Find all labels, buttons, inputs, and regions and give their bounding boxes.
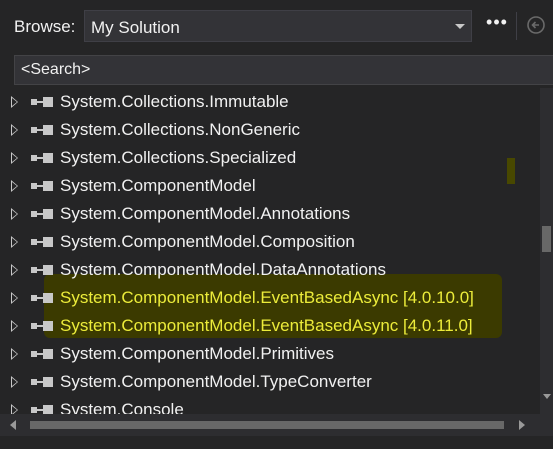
- chevron-down-icon: [455, 24, 465, 29]
- horizontal-scrollbar[interactable]: [0, 414, 540, 436]
- tree-row-label: System.ComponentModel.EventBasedAsync [4…: [60, 288, 474, 307]
- expand-arrow-icon[interactable]: [11, 96, 18, 108]
- tree-row-label: System.ComponentModel.Composition: [60, 232, 355, 251]
- scrollbar-corner: [540, 414, 553, 436]
- scroll-down-arrow-icon[interactable]: [543, 394, 551, 399]
- tree-row[interactable]: System.ComponentModel.Composition: [0, 228, 540, 256]
- expand-arrow-icon[interactable]: [11, 348, 18, 360]
- expand-arrow-icon[interactable]: [11, 404, 18, 414]
- tree-row[interactable]: System.ComponentModel.EventBasedAsync [4…: [0, 284, 540, 312]
- tree-row-label: System.ComponentModel.TypeConverter: [60, 372, 372, 391]
- assembly-icon: [31, 404, 55, 414]
- assembly-icon: [31, 124, 55, 136]
- expand-arrow-icon[interactable]: [11, 320, 18, 332]
- tree-row[interactable]: System.Collections.Specialized: [0, 144, 540, 172]
- assembly-icon: [31, 348, 55, 360]
- horizontal-scroll-thumb[interactable]: [30, 421, 504, 429]
- tree-row[interactable]: System.Collections.NonGeneric: [0, 116, 540, 144]
- scroll-left-arrow-icon[interactable]: [10, 420, 16, 430]
- tree-row-label: System.Collections.NonGeneric: [60, 120, 300, 139]
- tree-row[interactable]: System.Collections.Immutable: [0, 88, 540, 116]
- expand-arrow-icon[interactable]: [11, 208, 18, 220]
- tree-row-label: System.ComponentModel.EventBasedAsync [4…: [60, 316, 473, 335]
- assembly-icon: [31, 152, 55, 164]
- assembly-icon: [31, 236, 55, 248]
- bottom-border: [0, 436, 553, 449]
- tree-row[interactable]: System.ComponentModel.Primitives: [0, 340, 540, 368]
- tree-row-label: System.Collections.Immutable: [60, 92, 289, 111]
- browse-scope-value: My Solution: [91, 18, 180, 37]
- expand-arrow-icon[interactable]: [11, 292, 18, 304]
- tree-row-label: System.ComponentModel: [60, 176, 256, 195]
- back-arrow-icon: [527, 16, 545, 34]
- tree-row-label: System.ComponentModel.Primitives: [60, 344, 334, 363]
- assembly-icon: [31, 208, 55, 220]
- vertical-scrollbar[interactable]: [540, 88, 553, 414]
- browse-toolbar: Browse: My Solution •••: [0, 0, 553, 50]
- browse-scope-dropdown[interactable]: My Solution: [84, 10, 472, 42]
- assembly-icon: [31, 292, 55, 304]
- expand-arrow-icon[interactable]: [11, 124, 18, 136]
- assembly-icon: [31, 376, 55, 388]
- expand-arrow-icon[interactable]: [11, 180, 18, 192]
- tree-row-label: System.Collections.Specialized: [60, 148, 297, 167]
- expand-arrow-icon[interactable]: [11, 236, 18, 248]
- assembly-icon: [31, 96, 55, 108]
- tree-row-label: System.ComponentModel.Annotations: [60, 204, 351, 223]
- tree-row-label: System.Console: [60, 400, 184, 414]
- search-input[interactable]: [15, 56, 553, 84]
- tree-row-label: System.ComponentModel.DataAnnotations: [60, 260, 387, 279]
- expand-arrow-icon[interactable]: [11, 264, 18, 276]
- toolbar-divider: [516, 12, 517, 40]
- assembly-icon: [31, 180, 55, 192]
- tree-row[interactable]: System.ComponentModel: [0, 172, 540, 200]
- search-box[interactable]: [14, 55, 553, 85]
- tree-row[interactable]: System.ComponentModel.DataAnnotations: [0, 256, 540, 284]
- assembly-tree: System.Collections.Immutable System.Coll…: [0, 88, 540, 414]
- back-button[interactable]: [524, 13, 548, 37]
- scroll-right-arrow-icon[interactable]: [519, 420, 525, 430]
- assembly-icon: [31, 264, 55, 276]
- vertical-scroll-thumb[interactable]: [542, 226, 551, 252]
- assembly-browser-window: Browse: My Solution ••• System.Collectio…: [0, 0, 553, 449]
- tree-row[interactable]: System.ComponentModel.Annotations: [0, 200, 540, 228]
- tree-row[interactable]: System.Console: [0, 396, 540, 414]
- tree-row[interactable]: System.ComponentModel.TypeConverter: [0, 368, 540, 396]
- tree-row[interactable]: System.ComponentModel.EventBasedAsync [4…: [0, 312, 540, 340]
- expand-arrow-icon[interactable]: [11, 376, 18, 388]
- expand-arrow-icon[interactable]: [11, 152, 18, 164]
- browse-label: Browse:: [14, 17, 76, 36]
- assembly-icon: [31, 320, 55, 332]
- more-options-button[interactable]: •••: [482, 12, 512, 40]
